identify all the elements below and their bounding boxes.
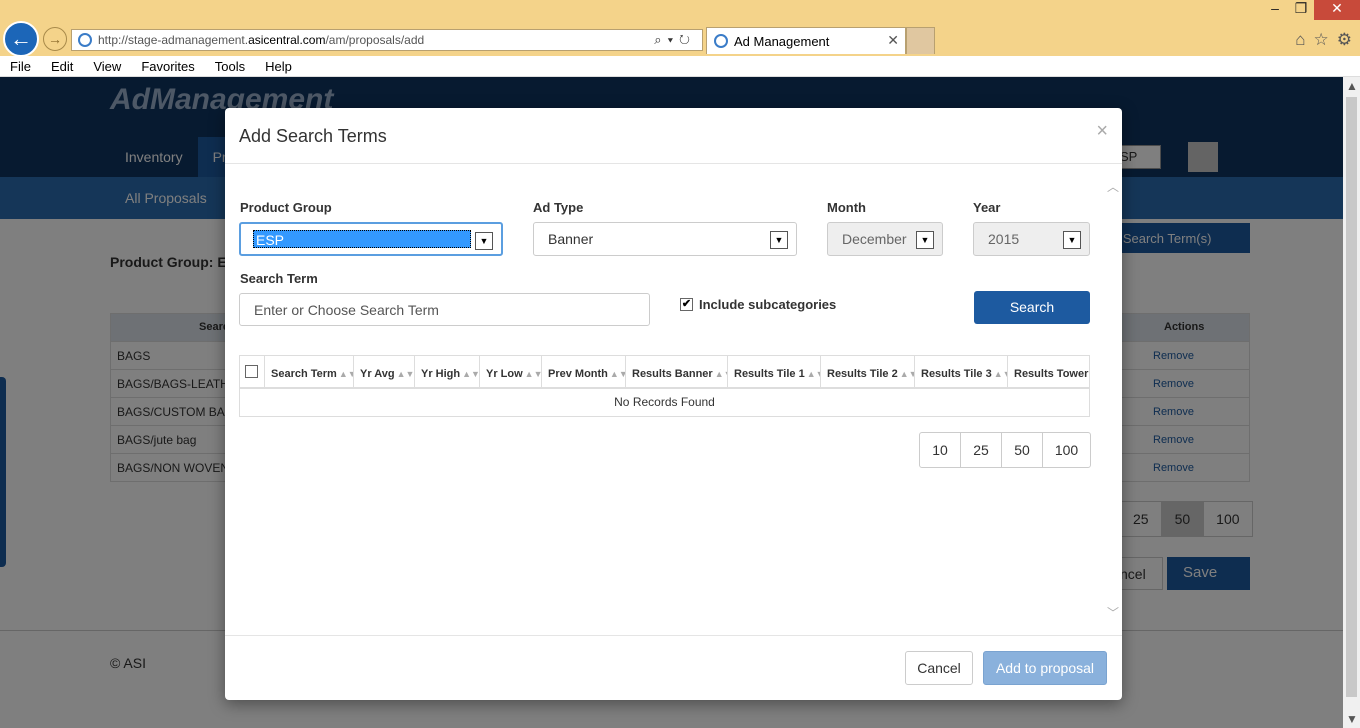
menu-file[interactable]: File (0, 59, 41, 74)
search-button[interactable]: Search (974, 291, 1090, 324)
scroll-down-icon[interactable]: ﹀ (1107, 604, 1119, 621)
modal-title: Add Search Terms (239, 126, 387, 146)
scroll-up-icon[interactable]: ▲ (1346, 79, 1358, 93)
col-results-banner[interactable]: Results Banner▲▼ (626, 356, 728, 389)
divider (225, 635, 1122, 636)
menu-edit[interactable]: Edit (41, 59, 83, 74)
selected-value: Banner (548, 231, 594, 247)
col-yr-high[interactable]: Yr High ▲▼ (415, 356, 480, 389)
forward-arrow-icon[interactable]: → (43, 27, 67, 51)
col-results-tower[interactable]: Results Tower▲▼ (1008, 356, 1089, 389)
selected-value: December (842, 231, 907, 247)
month-select[interactable]: December ▼ (827, 222, 943, 256)
new-tab-button[interactable] (906, 27, 935, 54)
no-records-message: No Records Found (614, 395, 715, 409)
menu-bar: File Edit View Favorites Tools Help (0, 56, 1360, 77)
window-close-icon[interactable]: ✕ (1314, 0, 1360, 20)
back-arrow-icon[interactable]: ← (3, 21, 39, 57)
results-page-size: 10 25 50 100 (919, 432, 1091, 468)
page-size-10[interactable]: 10 (920, 433, 961, 467)
settings-gear-icon[interactable]: ⚙ (1337, 30, 1352, 50)
chevron-down-icon: ▼ (475, 232, 493, 250)
col-results-tile-1[interactable]: Results Tile 1▲▼ (728, 356, 821, 389)
ad-type-label: Ad Type (533, 200, 584, 215)
browser-icons: ⌂ ☆ ⚙ (1295, 30, 1352, 50)
cancel-button[interactable]: Cancel (905, 651, 973, 685)
scrollbar-thumb[interactable] (1346, 97, 1357, 697)
favorites-star-icon[interactable]: ☆ (1314, 30, 1329, 50)
address-tools-icon[interactable]: ⌕▾↻ (654, 32, 696, 48)
include-subcategories-label: Include subcategories (699, 297, 837, 312)
scroll-up-icon[interactable]: ︿ (1107, 178, 1119, 195)
col-yr-low[interactable]: Yr Low ▲▼ (480, 356, 542, 389)
product-group-label: Product Group (240, 200, 332, 215)
browser-tab[interactable]: Ad Management ✕ (706, 27, 906, 54)
ad-type-select[interactable]: Banner ▼ (533, 222, 797, 256)
selected-value: 2015 (988, 231, 1020, 247)
page-size-50[interactable]: 50 (1002, 433, 1043, 467)
page-size-100[interactable]: 100 (1043, 433, 1090, 467)
include-subcategories[interactable]: ✔ Include subcategories (680, 297, 836, 312)
ie-icon (78, 33, 92, 47)
minimize-icon[interactable]: – (1262, 0, 1288, 20)
product-group-select[interactable]: ESP ▼ (239, 222, 503, 256)
results-table: Search Term▲▼ Yr Avg▲▼ Yr High▲▼ Yr Low▲… (239, 355, 1090, 417)
menu-help[interactable]: Help (255, 59, 302, 74)
ie-icon (714, 34, 728, 48)
scroll-down-icon[interactable]: ▼ (1346, 712, 1358, 726)
page-size-25[interactable]: 25 (961, 433, 1002, 467)
address-bar[interactable]: http://stage-admanagement.asicentral.com… (71, 29, 703, 51)
col-search-term[interactable]: Search Term▲▼ (265, 356, 354, 389)
menu-tools[interactable]: Tools (205, 59, 255, 74)
col-yr-avg[interactable]: Yr Avg ▲▼ (354, 356, 415, 389)
menu-favorites[interactable]: Favorites (131, 59, 204, 74)
add-search-terms-modal: Add Search Terms × Product Group ESP ▼ A… (225, 108, 1122, 700)
col-prev-month[interactable]: Prev Month ▲▼ (542, 356, 626, 389)
tab-title: Ad Management (734, 33, 830, 49)
close-icon[interactable]: × (1096, 120, 1108, 143)
year-select[interactable]: 2015 ▼ (973, 222, 1090, 256)
col-results-tile-3[interactable]: Results Tile 3▲▼ (915, 356, 1008, 389)
selected-value: ESP (253, 230, 471, 248)
page-scrollbar[interactable]: ▲ ▼ (1343, 77, 1360, 728)
search-term-input[interactable]: Enter or Choose Search Term (239, 293, 650, 326)
checkbox-checked-icon[interactable]: ✔ (680, 298, 693, 311)
add-to-proposal-button[interactable]: Add to proposal (983, 651, 1107, 685)
close-tab-icon[interactable]: ✕ (887, 32, 899, 49)
menu-view[interactable]: View (83, 59, 131, 74)
address-url: http://stage-admanagement.asicentral.com… (98, 33, 425, 47)
year-label: Year (973, 200, 1001, 215)
divider (225, 163, 1122, 164)
select-all-checkbox[interactable] (240, 356, 265, 389)
browser-chrome: ← → http://stage-admanagement.asicentral… (0, 0, 1360, 57)
chevron-down-icon: ▼ (916, 231, 934, 249)
chevron-down-icon: ▼ (1063, 231, 1081, 249)
chevron-down-icon: ▼ (770, 231, 788, 249)
month-label: Month (827, 200, 866, 215)
results-table-header: Search Term▲▼ Yr Avg▲▼ Yr High▲▼ Yr Low▲… (240, 356, 1089, 389)
col-results-tile-2[interactable]: Results Tile 2▲▼ (821, 356, 915, 389)
window-controls: – ❐ ✕ (1262, 0, 1360, 20)
home-icon[interactable]: ⌂ (1295, 30, 1305, 50)
search-term-label: Search Term (240, 271, 318, 286)
restore-icon[interactable]: ❐ (1288, 0, 1314, 20)
